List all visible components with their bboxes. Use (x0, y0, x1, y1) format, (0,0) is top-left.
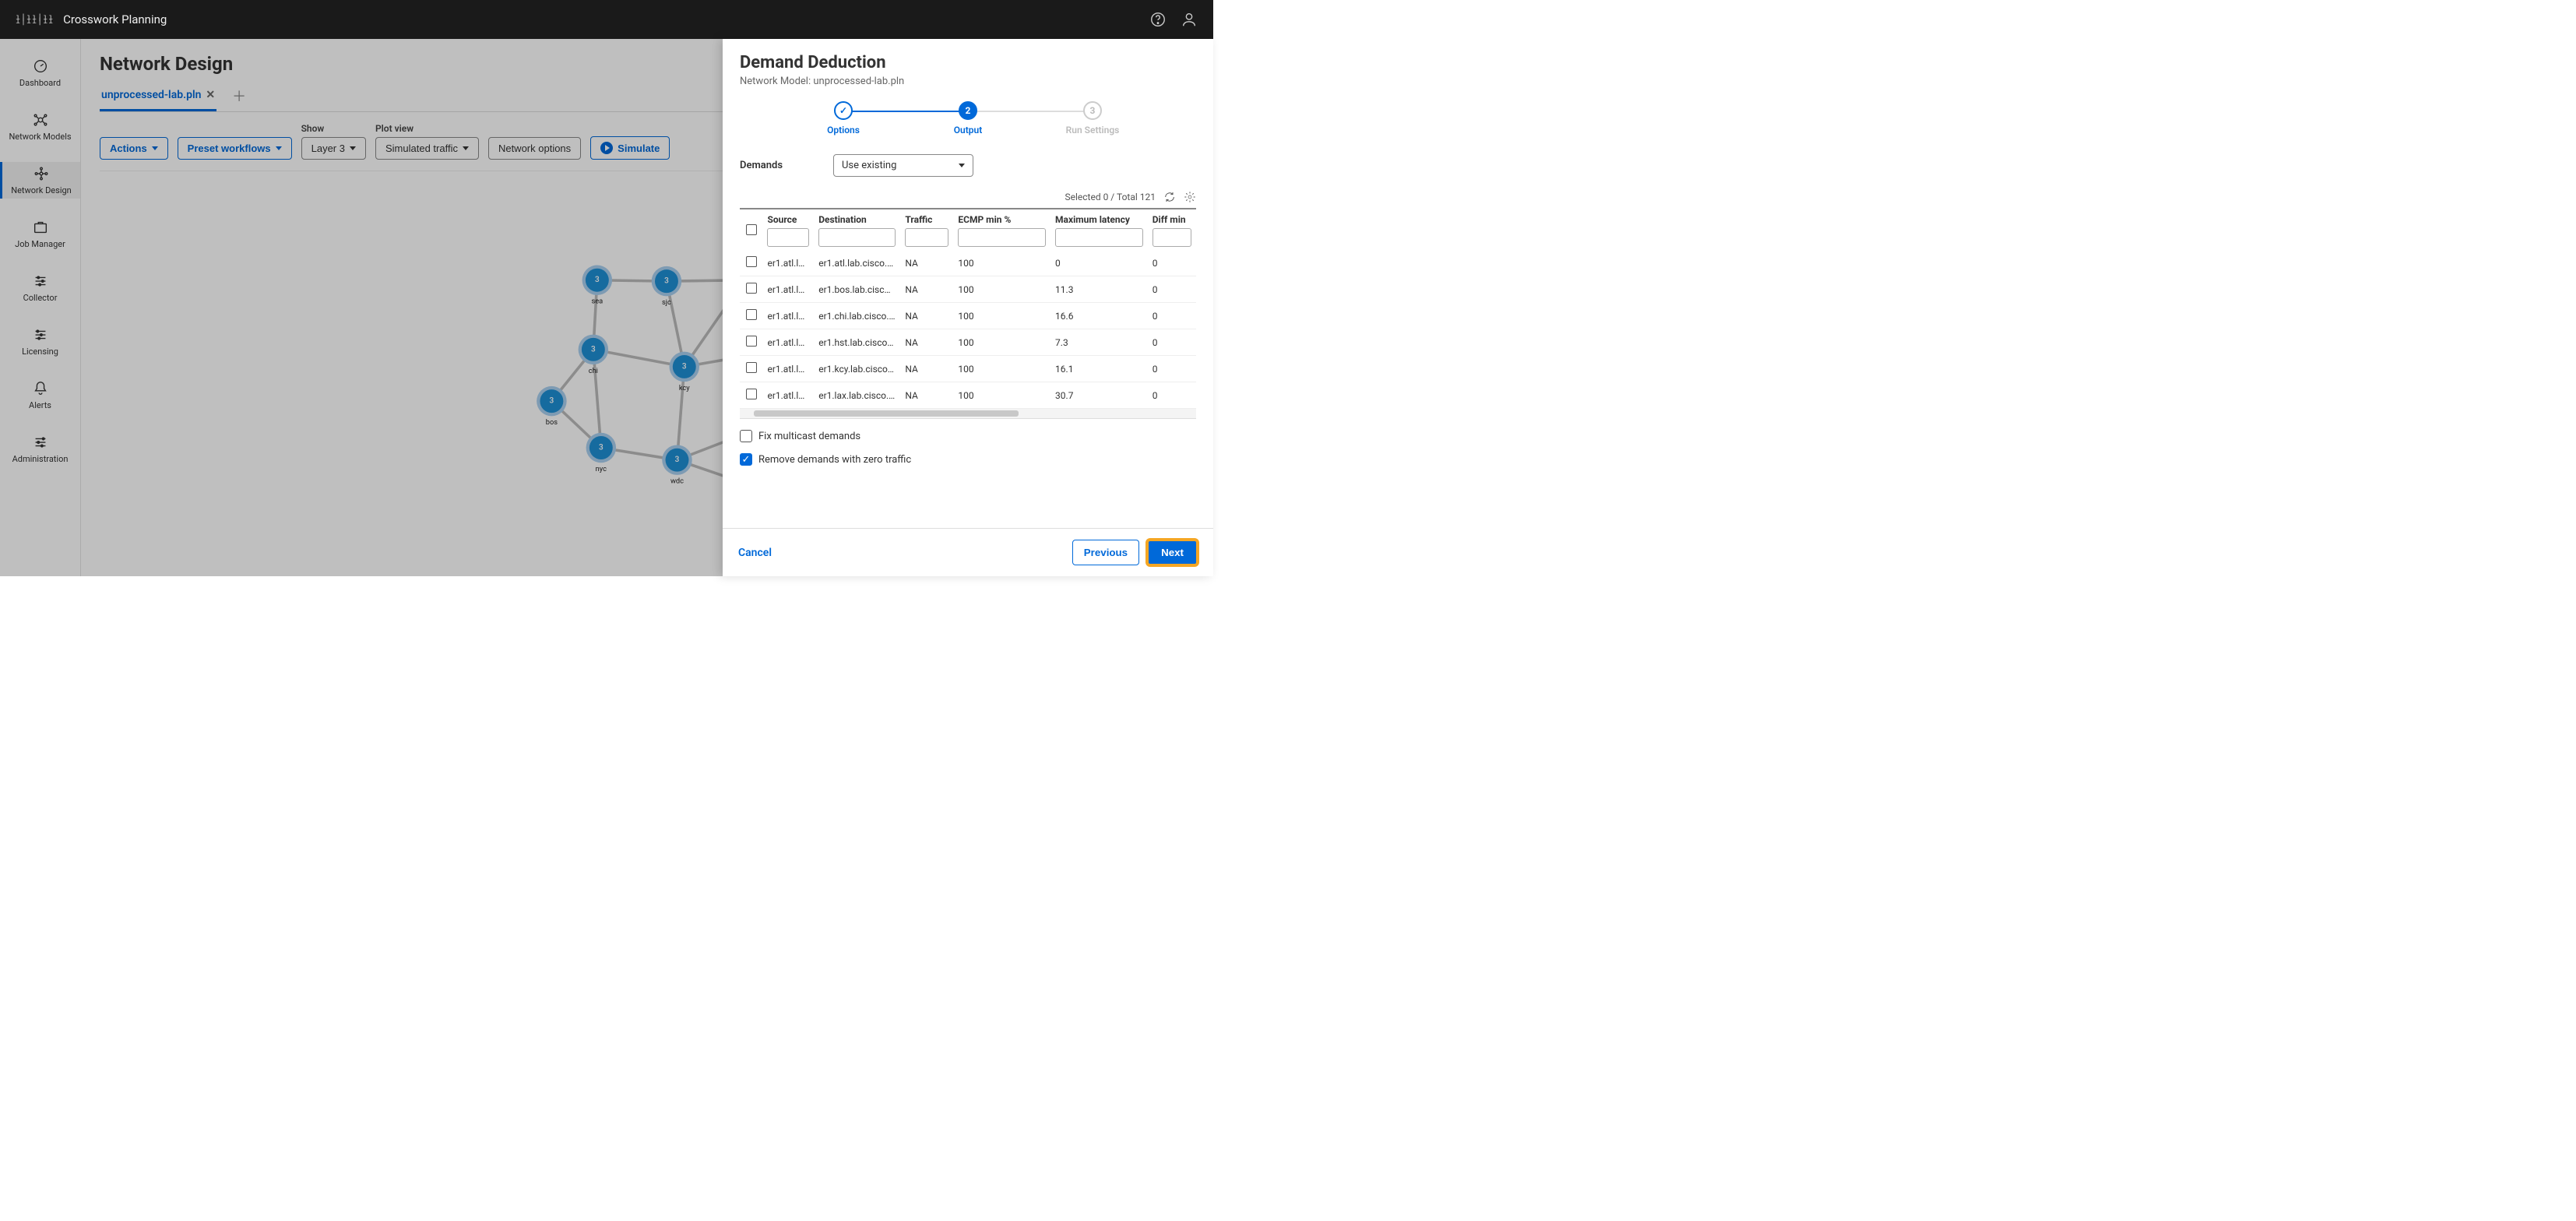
selection-count: Selected 0 / Total 121 (1065, 192, 1156, 202)
demands-select[interactable]: Use existing (833, 154, 973, 177)
filter-diff[interactable] (1153, 228, 1191, 247)
step-3-pending[interactable]: 3 (1083, 101, 1102, 120)
cell-traffic: NA (900, 356, 953, 382)
table-row[interactable]: er1.atl.l…er1.bos.lab.cisco.…NA10011.30 (740, 276, 1196, 303)
filter-destination[interactable] (818, 228, 896, 247)
filter-latency[interactable] (1055, 228, 1143, 247)
next-button[interactable]: Next (1147, 540, 1198, 565)
filter-traffic[interactable] (905, 228, 948, 247)
cell-latency: 7.3 (1050, 329, 1148, 356)
col-diff-min: Diff min (1153, 214, 1186, 225)
demands-label: Demands (740, 160, 802, 171)
cell-diff: 0 (1148, 250, 1196, 276)
cell-source: er1.atl.l… (762, 303, 814, 329)
row-checkbox[interactable] (746, 256, 757, 267)
modal-footer: Cancel Previous Next (723, 528, 1213, 576)
app-title: Crosswork Planning (63, 12, 167, 26)
col-destination: Destination (818, 214, 867, 225)
cell-traffic: NA (900, 276, 953, 303)
cancel-button[interactable]: Cancel (738, 547, 772, 559)
chevron-down-icon (959, 164, 965, 167)
cell-destination: er1.lax.lab.cisco.… (814, 382, 900, 409)
help-icon[interactable] (1149, 11, 1167, 28)
cell-diff: 0 (1148, 356, 1196, 382)
row-checkbox[interactable] (746, 283, 757, 294)
gear-icon[interactable] (1184, 191, 1196, 203)
table-row[interactable]: er1.atl.l…er1.lax.lab.cisco.…NA10030.70 (740, 382, 1196, 409)
step-2-label: Output (954, 125, 982, 135)
filter-ecmp[interactable] (958, 228, 1046, 247)
cell-ecmp: 100 (953, 250, 1050, 276)
refresh-icon[interactable] (1163, 191, 1176, 203)
table-row[interactable]: er1.atl.l…er1.hst.lab.cisco.…NA1007.30 (740, 329, 1196, 356)
fix-multicast-label: Fix multicast demands (758, 431, 860, 442)
col-max-latency: Maximum latency (1055, 214, 1130, 225)
cell-latency: 16.6 (1050, 303, 1148, 329)
user-icon[interactable] (1181, 11, 1198, 28)
cell-latency: 11.3 (1050, 276, 1148, 303)
table-row[interactable]: er1.atl.l…er1.atl.lab.cisco.…NA10000 (740, 250, 1196, 276)
modal-title: Demand Deduction (740, 53, 1196, 72)
cell-ecmp: 100 (953, 329, 1050, 356)
cell-destination: er1.chi.lab.cisco.… (814, 303, 900, 329)
cell-destination: er1.kcy.lab.cisco.… (814, 356, 900, 382)
cell-diff: 0 (1148, 382, 1196, 409)
row-checkbox[interactable] (746, 362, 757, 373)
cell-ecmp: 100 (953, 276, 1050, 303)
step-2-active[interactable]: 2 (959, 101, 977, 120)
previous-button[interactable]: Previous (1072, 540, 1139, 565)
cell-diff: 0 (1148, 276, 1196, 303)
row-checkbox[interactable] (746, 389, 757, 399)
cell-traffic: NA (900, 329, 953, 356)
filter-source[interactable] (767, 228, 809, 247)
cell-source: er1.atl.l… (762, 276, 814, 303)
cell-destination: er1.bos.lab.cisco.… (814, 276, 900, 303)
table-row[interactable]: er1.atl.l…er1.chi.lab.cisco.…NA10016.60 (740, 303, 1196, 329)
cell-source: er1.atl.l… (762, 250, 814, 276)
stepper: Options 2 Output 3 Run Settings (740, 101, 1196, 135)
demand-deduction-panel: Demand Deduction Network Model: unproces… (723, 39, 1213, 576)
cell-traffic: NA (900, 303, 953, 329)
cell-destination: er1.atl.lab.cisco.… (814, 250, 900, 276)
col-source: Source (767, 214, 797, 225)
cell-latency: 0 (1050, 250, 1148, 276)
cell-source: er1.atl.l… (762, 329, 814, 356)
row-checkbox[interactable] (746, 336, 757, 347)
modal-subtitle: Network Model: unprocessed-lab.pln (740, 76, 1196, 87)
cell-traffic: NA (900, 250, 953, 276)
horizontal-scrollbar[interactable] (740, 409, 1196, 418)
app-header: ı|ıı|ııı|ıı|ıı Crosswork Planning (0, 0, 1213, 39)
cell-diff: 0 (1148, 303, 1196, 329)
demands-table: Source Destination Traffic ECMP min % Ma… (740, 208, 1196, 419)
row-checkbox[interactable] (746, 309, 757, 320)
cell-latency: 30.7 (1050, 382, 1148, 409)
table-row[interactable]: er1.atl.l…er1.kcy.lab.cisco.…NA10016.10 (740, 356, 1196, 382)
cell-ecmp: 100 (953, 303, 1050, 329)
remove-zero-traffic-label: Remove demands with zero traffic (758, 454, 911, 466)
cisco-logo: ı|ıı|ııı|ıı|ıı (16, 16, 54, 23)
col-traffic: Traffic (905, 214, 932, 225)
cell-traffic: NA (900, 382, 953, 409)
step-1-done[interactable] (834, 101, 853, 120)
step-3-label: Run Settings (1066, 125, 1120, 135)
cell-source: er1.atl.l… (762, 382, 814, 409)
step-1-label: Options (827, 125, 860, 135)
cell-destination: er1.hst.lab.cisco.… (814, 329, 900, 356)
cell-source: er1.atl.l… (762, 356, 814, 382)
fix-multicast-checkbox[interactable] (740, 430, 752, 442)
cell-latency: 16.1 (1050, 356, 1148, 382)
select-all-checkbox[interactable] (746, 224, 757, 235)
cell-diff: 0 (1148, 329, 1196, 356)
remove-zero-traffic-checkbox[interactable]: ✓ (740, 453, 752, 466)
cell-ecmp: 100 (953, 382, 1050, 409)
cell-ecmp: 100 (953, 356, 1050, 382)
col-ecmp: ECMP min % (958, 214, 1011, 225)
